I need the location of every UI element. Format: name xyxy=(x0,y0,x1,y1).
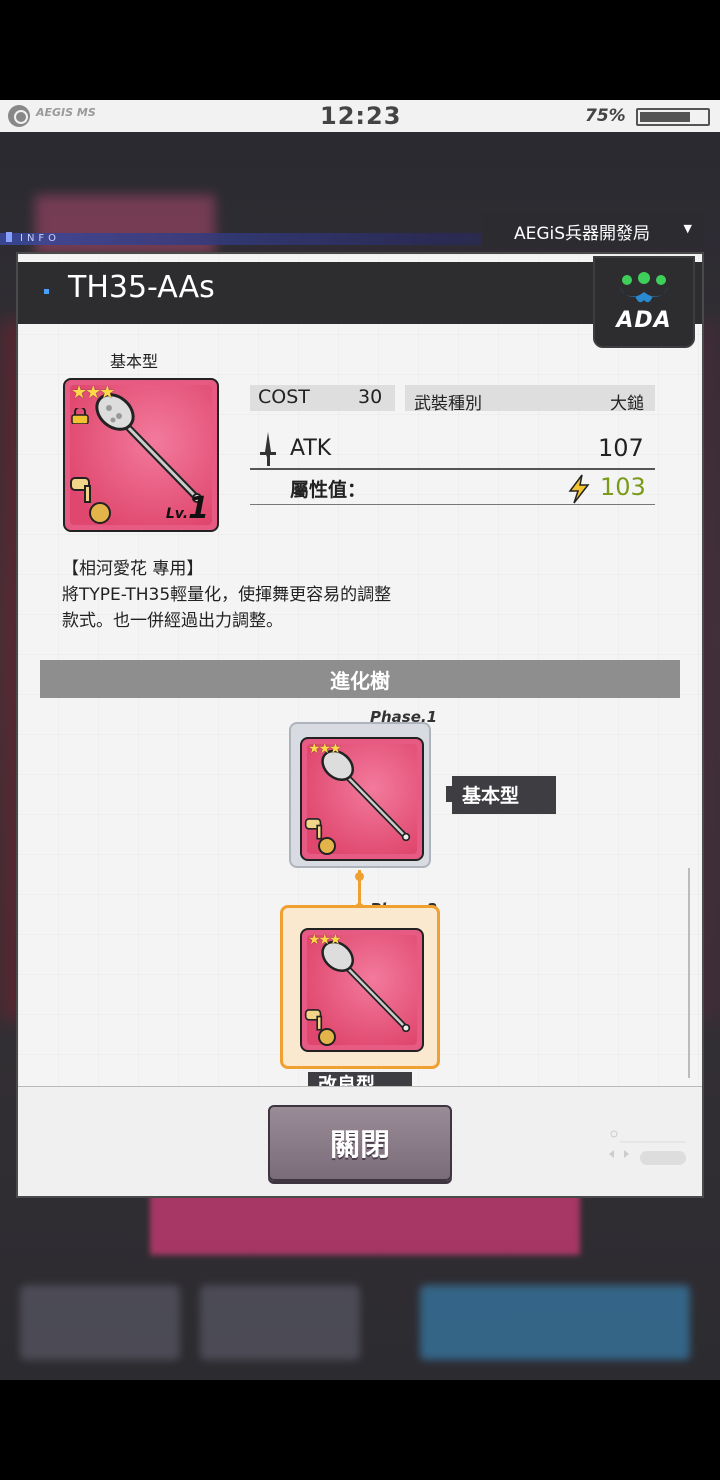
weapon-description: 【相河愛花 專用】 將TYPE-TH35輕量化，使揮舞更容易的調整 款式。也一併… xyxy=(62,556,662,634)
bg-blur-button xyxy=(420,1285,690,1360)
element-icon xyxy=(318,1028,336,1046)
element-icon xyxy=(89,502,111,524)
rarity-stars: ★★★ xyxy=(308,932,342,948)
caret-down-icon: ▼ xyxy=(683,222,692,235)
phase-1-name: 基本型 xyxy=(462,785,520,807)
scrollbar[interactable] xyxy=(688,868,690,1078)
atk-label: ATK xyxy=(290,436,332,461)
variant-label: 基本型 xyxy=(110,352,159,371)
evolution-tree-title: 進化樹 xyxy=(330,669,390,693)
sword-icon xyxy=(260,432,276,466)
bg-blur-button xyxy=(150,1190,580,1255)
atk-value: 107 xyxy=(598,434,644,462)
rarity-stars: ★★★ xyxy=(71,382,115,403)
developer-dropdown[interactable]: AEGiS兵器開發局 ▼ xyxy=(482,212,704,248)
phase-1-card[interactable]: ★★★ xyxy=(300,737,424,861)
phase-1-name-tag: 基本型 xyxy=(452,776,556,814)
cost-value: 30 xyxy=(358,386,383,408)
connector-node xyxy=(355,872,364,881)
rarity-stars: ★★★ xyxy=(308,741,342,757)
ada-emblem-icon xyxy=(619,272,669,303)
status-time: 12:23 xyxy=(320,102,402,130)
hammer-type-icon xyxy=(70,477,91,503)
dropdown-label: AEGiS兵器開發局 xyxy=(514,224,651,244)
stat-divider xyxy=(250,468,655,470)
bg-blur-panel xyxy=(35,195,215,255)
cost-label: COST xyxy=(258,386,310,408)
weapon-title: TH35-AAs xyxy=(68,270,215,305)
type-value: 大鎚 xyxy=(610,394,644,414)
status-bar: AEGIS MS 12:23 75% xyxy=(0,100,720,132)
description-line: 款式。也一併經過出力調整。 xyxy=(62,611,283,631)
scroll-controls-icon xyxy=(609,1130,686,1165)
bg-blur-button xyxy=(200,1285,360,1360)
status-brand: AEGIS MS xyxy=(36,106,96,119)
battery-icon xyxy=(636,108,710,126)
level-number: 1 xyxy=(188,491,209,526)
bg-blur-button xyxy=(20,1285,180,1360)
description-line: 【相河愛花 專用】 xyxy=(62,559,204,579)
attr-label: 屬性值： xyxy=(290,479,367,501)
lock-icon xyxy=(71,408,89,424)
type-label: 武裝種別 xyxy=(414,394,482,414)
element-icon xyxy=(318,837,336,855)
stat-divider xyxy=(250,504,655,505)
lightning-icon xyxy=(568,474,590,504)
attr-value: 103 xyxy=(600,473,646,501)
weapon-card[interactable]: ★★★ Lv.1 xyxy=(63,378,219,532)
battery-fill xyxy=(640,112,690,122)
phase-2-card[interactable]: ★★★ xyxy=(300,928,424,1052)
close-button-label: 關閉 xyxy=(330,1128,390,1163)
ada-badge-text: ADA xyxy=(616,308,672,333)
level-prefix: Lv. xyxy=(165,506,189,522)
app-logo-icon xyxy=(8,105,30,127)
description-line: 將TYPE-TH35輕量化，使揮舞更容易的調整 xyxy=(62,585,392,605)
info-label: INFO xyxy=(6,232,60,244)
weapon-level: Lv.1 xyxy=(166,491,209,526)
battery-percent: 75% xyxy=(585,106,626,126)
header-bullet xyxy=(44,289,49,294)
tag-notch xyxy=(446,786,454,802)
